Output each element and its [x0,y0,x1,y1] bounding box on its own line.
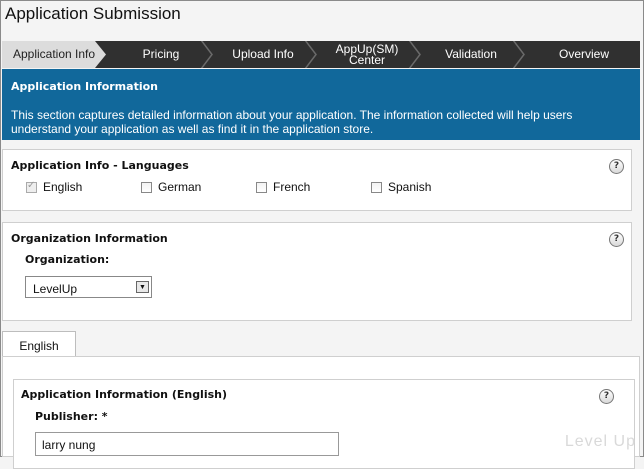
app-info-english-panel: Application Information (English) ? Publ… [13,379,635,469]
step-application-info[interactable]: Application Info [2,41,106,68]
checkbox-icon [256,181,267,193]
help-icon[interactable]: ? [609,159,624,174]
tab-content: Application Information (English) ? Publ… [2,356,640,469]
language-label: English [43,180,83,194]
info-banner: Application Information This section cap… [2,69,640,140]
language-label: Spanish [388,180,432,194]
step-overview[interactable]: Overview [518,41,640,68]
help-icon[interactable]: ? [599,389,614,404]
watermark: Level Up [564,433,636,450]
dropdown-arrow-icon[interactable]: ▼ [136,281,149,293]
page-title: Application Submission [5,4,181,23]
publisher-label: Publisher: * [35,410,108,423]
organization-title: Organization Information [11,232,168,245]
wizard-steps: Application Info Pricing Upload Info App… [2,41,640,68]
checkbox-checked-icon [26,180,37,193]
info-title: Application Information [11,80,158,93]
language-label: German [158,180,202,194]
info-description: This section captures detailed informati… [11,108,573,136]
organization-panel: Organization Information ? Organization:… [2,222,632,321]
organization-selected-value: LevelUp [33,282,78,296]
tab-english[interactable]: English [2,331,76,357]
step-appup-center[interactable]: AppUp(SM) Center [310,41,414,68]
languages-title: Application Info - Languages [11,159,189,172]
publisher-input[interactable]: larry nung [35,432,339,456]
checkbox-icon [141,181,152,193]
checkbox-icon [371,181,382,193]
step-pricing[interactable]: Pricing [106,41,206,68]
languages-panel: Application Info - Languages ? English G… [2,149,632,211]
organization-select[interactable]: LevelUp ▼ [25,276,152,298]
app-info-english-title: Application Information (English) [21,388,228,401]
step-validation[interactable]: Validation [414,41,518,68]
language-spanish-checkbox[interactable]: Spanish [371,180,431,194]
organization-label: Organization: [25,253,110,266]
language-german-checkbox[interactable]: German [141,180,201,194]
language-label: French [273,180,311,194]
language-french-checkbox[interactable]: French [256,180,310,194]
language-english-checkbox[interactable]: English [26,180,82,194]
help-icon[interactable]: ? [609,232,624,247]
step-upload-info[interactable]: Upload Info [206,41,310,68]
